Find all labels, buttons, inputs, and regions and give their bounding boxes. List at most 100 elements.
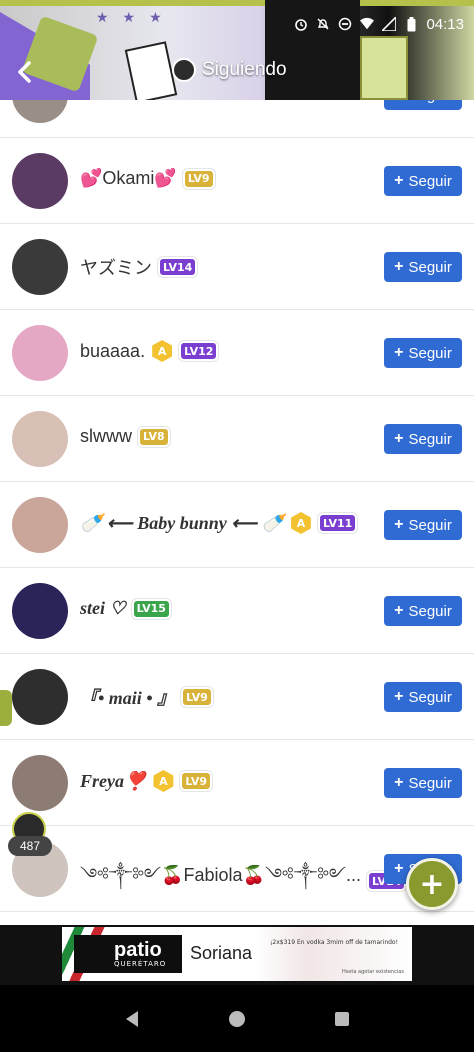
back-button[interactable] bbox=[8, 54, 40, 90]
alarm-icon bbox=[294, 17, 308, 31]
live-viewer-count[interactable]: 487 bbox=[8, 836, 52, 856]
plus-icon: + bbox=[394, 516, 404, 533]
curator-badge-icon: A bbox=[153, 770, 174, 792]
level-badge: LV9 bbox=[180, 771, 213, 791]
user-row[interactable]: 💕Okami💕 LV9 + Seguir bbox=[0, 138, 474, 224]
create-post-fab[interactable]: + bbox=[406, 858, 458, 910]
user-avatar[interactable] bbox=[12, 497, 68, 553]
follow-button[interactable]: +Seguir bbox=[384, 768, 462, 798]
user-avatar[interactable] bbox=[12, 100, 68, 123]
follow-button-label: Seguir bbox=[408, 688, 452, 706]
follow-button-label: Seguir bbox=[408, 172, 452, 190]
plus-icon: + bbox=[394, 774, 404, 791]
nav-recents-button[interactable] bbox=[330, 1007, 354, 1031]
ad-logo-main: patio bbox=[114, 939, 162, 961]
follow-button-label: Seguir bbox=[408, 602, 452, 620]
follow-button[interactable]: +Seguir bbox=[384, 166, 462, 196]
plus-icon: + bbox=[394, 172, 404, 189]
side-menu-handle[interactable] bbox=[0, 690, 12, 726]
page-title: Siguiendo bbox=[202, 59, 287, 80]
user-avatar[interactable] bbox=[12, 239, 68, 295]
user-name[interactable]: 💕Okami💕 bbox=[80, 168, 177, 189]
user-row[interactable]: slwww LV8 + Seguir bbox=[0, 396, 474, 482]
follow-button-label: Seguir bbox=[408, 516, 452, 534]
curator-badge-icon: A bbox=[152, 340, 172, 362]
follow-button[interactable]: +Seguir bbox=[384, 424, 462, 454]
user-name[interactable]: ༺༒༻🍒Fabiola🍒༺༒༻... bbox=[80, 856, 361, 906]
user-avatar[interactable] bbox=[12, 755, 68, 811]
plus-icon: + bbox=[419, 866, 445, 902]
chevron-left-icon bbox=[18, 61, 31, 83]
banner-art-card bbox=[124, 41, 178, 100]
level-badge: LV15 bbox=[131, 598, 171, 619]
user-avatar[interactable] bbox=[12, 411, 68, 467]
follow-button[interactable]: +Seguir bbox=[384, 252, 462, 282]
user-row[interactable]: + Seguir bbox=[0, 100, 474, 138]
follow-button-label: Seguir bbox=[408, 258, 452, 276]
user-avatar[interactable] bbox=[12, 669, 68, 725]
user-row[interactable]: ༺༒༻🍒Fabiola🍒༺༒༻...LV14+Seguir bbox=[0, 826, 474, 912]
user-row[interactable]: Freya❣️ A LV9 + Seguir bbox=[0, 740, 474, 826]
user-row[interactable]: 🍼 ⟵ Baby bunny ⟵ 🍼 A LV11 + Seguir bbox=[0, 482, 474, 568]
user-name-line: stei ♡ LV15 bbox=[80, 598, 171, 619]
level-badge: LV11 bbox=[317, 513, 358, 533]
status-time: 04:13 bbox=[426, 15, 464, 33]
level-badge: LV9 bbox=[181, 687, 213, 707]
user-name[interactable]: stei ♡ bbox=[80, 598, 126, 619]
battery-icon bbox=[404, 16, 418, 31]
user-avatar[interactable] bbox=[12, 583, 68, 639]
ad-brand: Soriana bbox=[190, 943, 253, 963]
nav-home-button[interactable] bbox=[225, 1007, 249, 1031]
curator-badge-icon: A bbox=[291, 512, 311, 534]
following-list[interactable]: +Seguir💕Okami💕LV9+SeguirヤズミンLV14+Seguirb… bbox=[0, 100, 474, 925]
plus-icon: + bbox=[394, 688, 404, 705]
user-name-line: slwww LV8 bbox=[80, 426, 170, 447]
plus-icon: + bbox=[394, 344, 404, 361]
follow-button[interactable]: +Seguir bbox=[384, 596, 462, 626]
nav-back-button[interactable] bbox=[120, 1007, 144, 1031]
app-screen: ★★★ 04:13 Siguiendo 💕Okami💕 LV9 + Seguir… bbox=[0, 0, 474, 1052]
user-row[interactable]: 『• maii • 』 LV9 + Seguir bbox=[0, 654, 474, 740]
user-name[interactable]: 🍼 ⟵ Baby bunny ⟵ 🍼 bbox=[80, 513, 284, 534]
plus-icon: + bbox=[394, 100, 403, 104]
user-name-line: 🍼 ⟵ Baby bunny ⟵ 🍼 A LV11 bbox=[80, 512, 358, 534]
follow-button-label: Seguir bbox=[408, 344, 452, 362]
signal-icon bbox=[382, 17, 397, 31]
follow-button-label: Seguir bbox=[408, 100, 451, 104]
square-recents-icon bbox=[334, 1011, 349, 1026]
user-name[interactable]: buaaaa. bbox=[80, 341, 145, 362]
user-avatar[interactable] bbox=[12, 325, 68, 381]
user-name[interactable]: ヤズミン bbox=[80, 254, 152, 280]
system-nav-bar bbox=[0, 985, 474, 1052]
plus-icon: + bbox=[394, 258, 404, 275]
ad-banner[interactable]: patio QUERÉTARO Soriana ¡2x$319 En vodka… bbox=[62, 927, 412, 981]
follow-button[interactable]: +Seguir bbox=[384, 338, 462, 368]
level-badge: LV9 bbox=[182, 168, 215, 189]
user-name[interactable]: 『• maii • 』 bbox=[80, 684, 175, 710]
user-row[interactable]: stei ♡ LV15 + Seguir bbox=[0, 568, 474, 654]
user-name-line: Freya❣️ A LV9 bbox=[80, 770, 213, 792]
do-not-disturb-icon bbox=[338, 17, 352, 31]
header-title-group: Siguiendo bbox=[172, 58, 287, 82]
follow-button-label: Seguir bbox=[408, 430, 452, 448]
notifications-off-icon bbox=[316, 17, 330, 31]
follow-button[interactable]: +Seguir bbox=[384, 682, 462, 712]
banner-art-portrait bbox=[360, 36, 408, 100]
plus-icon: + bbox=[394, 430, 404, 447]
user-row[interactable]: buaaaa. A LV12 + Seguir bbox=[0, 310, 474, 396]
user-name-line: ヤズミン LV14 bbox=[80, 254, 198, 280]
user-name[interactable]: Freya❣️ bbox=[80, 771, 146, 792]
user-avatar[interactable] bbox=[12, 153, 68, 209]
user-name[interactable]: slwww bbox=[80, 426, 132, 447]
ad-text: ¡2x$319 En vodka 3mim off de tamarindo! bbox=[270, 939, 399, 946]
triangle-back-icon bbox=[126, 1010, 139, 1027]
user-row[interactable]: ヤズミン LV14 + Seguir bbox=[0, 224, 474, 310]
wifi-icon bbox=[360, 17, 375, 31]
follow-button[interactable]: +Seguir bbox=[384, 510, 462, 540]
level-badge: LV14 bbox=[158, 257, 198, 277]
ad-logo-sub: QUERÉTARO bbox=[114, 960, 167, 968]
follow-button[interactable]: + Seguir bbox=[384, 100, 462, 110]
ad-banner-container: patio QUERÉTARO Soriana ¡2x$319 En vodka… bbox=[0, 925, 474, 985]
level-badge: LV12 bbox=[179, 341, 219, 361]
banner-stripe bbox=[0, 0, 474, 6]
